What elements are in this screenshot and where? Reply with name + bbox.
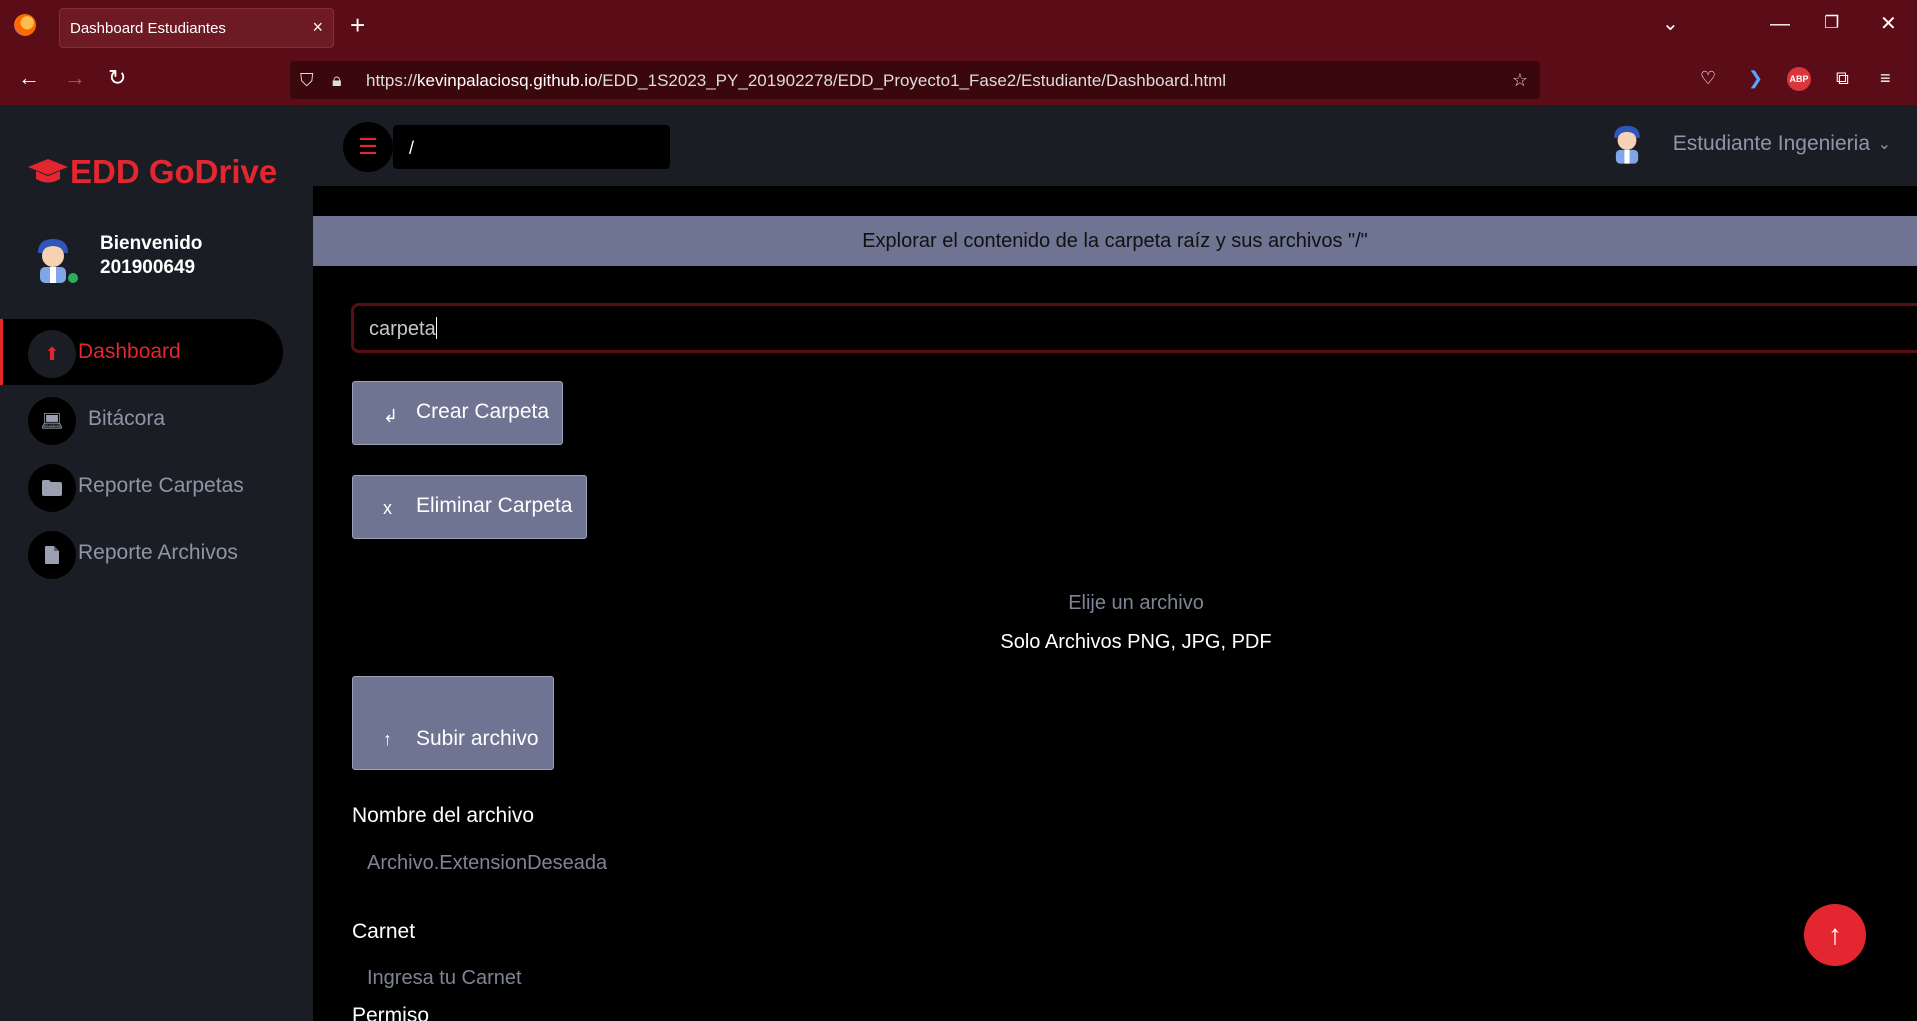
sidebar-item-reporte-carpetas[interactable]: Reporte Carpetas [0,453,283,519]
url-text[interactable]: https://kevinpalaciosq.github.io/EDD_1S2… [366,71,1226,91]
user-menu[interactable]: Estudiante Ingenieria [1673,132,1870,156]
pocket-icon[interactable]: ♡ [1700,69,1716,87]
delete-folder-label: Eliminar Carpeta [416,494,573,517]
url-path: /EDD_1S2023_PY_201902278/EDD_Proyecto1_F… [597,71,1227,90]
enter-icon: ↲ [383,406,399,426]
chevron-down-icon[interactable]: ⌄ [1878,134,1891,154]
current-path: / [393,125,670,169]
sidebar-item-label: Bitácora [88,407,166,430]
forward-icon[interactable]: → [64,67,86,89]
scroll-to-top-button[interactable]: ↑ [1804,904,1866,966]
address-bar[interactable]: ⛉ 🔒︎ https://kevinpalaciosq.github.io/ED… [290,61,1540,99]
bookmark-star-icon[interactable]: ☆ [1512,70,1528,91]
upload-arrow-icon: ↑ [383,729,392,749]
delete-icon: x [383,498,392,518]
welcome-block: Bienvenido 201900649 [100,232,202,280]
new-tab-icon[interactable]: + [350,12,365,38]
close-tab-icon[interactable]: × [312,17,323,38]
folder-icon [28,464,76,512]
restore-icon[interactable]: ❐ [1824,14,1839,31]
minimize-icon[interactable]: — [1770,14,1790,34]
url-domain: kevinpalaciosq.github.io [417,71,598,90]
create-folder-button[interactable]: ↲ Crear Carpeta [352,381,563,445]
brand-logo[interactable]: EDD GoDrive [28,153,277,191]
adblock-icon[interactable]: ABP [1787,67,1811,91]
browser-tab[interactable]: Dashboard Estudiantes × [59,8,334,48]
sidebar-item-reporte-archivos[interactable]: Reporte Archivos [0,520,283,586]
url-prefix: https:// [366,71,418,90]
extension-arrow-icon[interactable]: ❯ [1748,69,1763,87]
sidebar-item-label: Reporte Carpetas [78,474,244,497]
sidebar-item-label: Reporte Archivos [78,541,238,564]
sidebar-item-bitacora[interactable]: 💻︎ Bitácora [0,386,283,452]
graduation-cap-icon [28,159,68,183]
file-icon [28,531,76,579]
back-icon[interactable]: ← [18,67,40,89]
brand-name: EDD GoDrive [70,153,278,190]
sidebar: EDD GoDrive Bienvenido 201900649 ⬆ Dashb… [0,105,313,1021]
tab-list-chevron-icon[interactable]: ⌄ [1662,14,1679,34]
browser-navbar: ← → ↻ ⛉ 🔒︎ https://kevinpalaciosq.github… [0,55,1917,105]
file-types-hint: Solo Archivos PNG, JPG, PDF [1000,631,1272,653]
user-avatar[interactable] [1609,119,1645,167]
tab-title: Dashboard Estudiantes [70,20,226,37]
extensions-icon[interactable]: ⧉ [1836,69,1849,87]
folder-input-value: carpeta [369,318,436,340]
shield-icon[interactable]: ⛉ [300,70,314,91]
online-status-icon [66,271,80,285]
window-close-icon[interactable]: ✕ [1880,14,1897,34]
file-name-label: Nombre del archivo [352,804,535,827]
folder-name-input[interactable]: carpeta [351,303,1917,353]
firefox-icon[interactable] [14,14,36,36]
upload-file-button[interactable]: ↑ Subir archivo [352,676,554,770]
upload-icon: ⬆ [28,330,76,378]
arrow-up-icon: ↑ [1828,919,1842,950]
permission-label: Permiso [352,1004,430,1021]
file-name-input[interactable]: Archivo.ExtensionDeseada [367,852,607,875]
menu-icon[interactable]: ≡ [1880,69,1891,87]
laptop-icon: 💻︎ [28,397,76,445]
carnet-input[interactable]: Ingresa tu Carnet [367,967,522,990]
reload-icon[interactable]: ↻ [108,67,126,89]
top-bar: ☰ / Estudiante Ingenieria ⌄ [313,105,1917,186]
welcome-text: Bienvenido [100,233,203,254]
delete-folder-button[interactable]: x Eliminar Carpeta [352,475,587,539]
browser-tabbar: Dashboard Estudiantes × + ⌄ — ❐ ✕ [0,0,1917,55]
sidebar-item-dashboard[interactable]: ⬆ Dashboard [0,319,283,385]
user-id: 201900649 [100,257,196,278]
folder-banner: Explorar el contenido de la carpeta raíz… [313,216,1917,266]
sidebar-item-label: Dashboard [78,340,181,363]
lock-icon[interactable]: 🔒︎ [332,70,342,91]
upload-file-label: Subir archivo [416,727,539,750]
choose-file-link[interactable]: Elije un archivo [836,592,1436,615]
carnet-label: Carnet [352,920,416,943]
create-folder-label: Crear Carpeta [416,400,550,423]
text-cursor [435,317,437,339]
hamburger-menu-icon[interactable]: ☰ [343,122,393,172]
